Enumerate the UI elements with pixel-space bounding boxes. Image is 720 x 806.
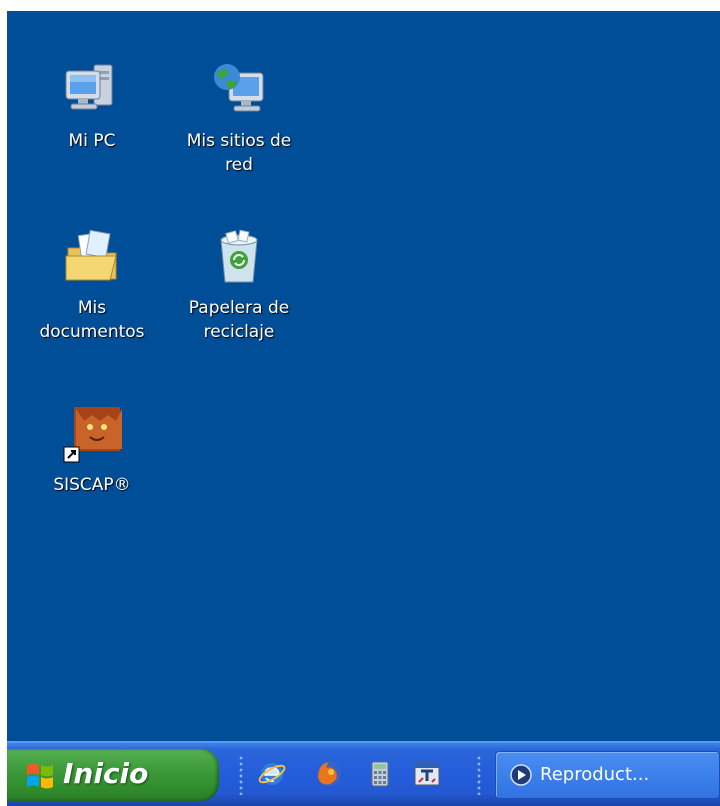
windows-logo-icon (25, 761, 55, 789)
my-documents-icon (60, 226, 124, 290)
start-label: Inicio (63, 757, 149, 790)
internet-explorer-icon[interactable] (257, 759, 287, 789)
computer-icon (60, 59, 124, 123)
recycle-bin-icon (207, 226, 271, 290)
toolbar-grip[interactable] (239, 755, 243, 795)
desktop-icon-siscap[interactable]: SISCAP® (17, 403, 167, 497)
firefox-icon[interactable] (314, 759, 344, 789)
desktop-icon-mi-pc[interactable]: Mi PC (17, 59, 167, 153)
app-shortcut-icon[interactable] (412, 759, 442, 789)
taskbar-button-reproductor[interactable]: Reproduct... (495, 751, 720, 799)
desktop-icon-label: Mis documentos (39, 298, 145, 342)
desktop-icon-papelera-de-reciclaje[interactable]: Papelera de reciclaje (164, 226, 314, 344)
desktop-icon-mis-documentos[interactable]: Mis documentos (17, 226, 167, 344)
desktop[interactable]: Mi PC Mis sitios de red Mis documentos P… (7, 11, 720, 741)
desktop-icon-label: Mis sitios de red (186, 131, 292, 175)
desktop-icon-mis-sitios-de-red[interactable]: Mis sitios de red (164, 59, 314, 177)
calculator-icon[interactable] (365, 759, 395, 789)
network-places-icon (207, 59, 271, 123)
toolbar-grip[interactable] (477, 755, 481, 795)
siscap-shortcut-icon (60, 403, 124, 467)
taskbar: Inicio Reproduct... (7, 741, 720, 806)
start-button[interactable]: Inicio (7, 749, 219, 801)
desktop-icon-label: Mi PC (68, 131, 116, 151)
desktop-icon-label: Papelera de reciclaje (188, 298, 290, 342)
taskbar-button-label: Reproduct... (540, 764, 650, 785)
media-player-icon (510, 764, 532, 786)
desktop-icon-label: SISCAP® (53, 475, 131, 495)
